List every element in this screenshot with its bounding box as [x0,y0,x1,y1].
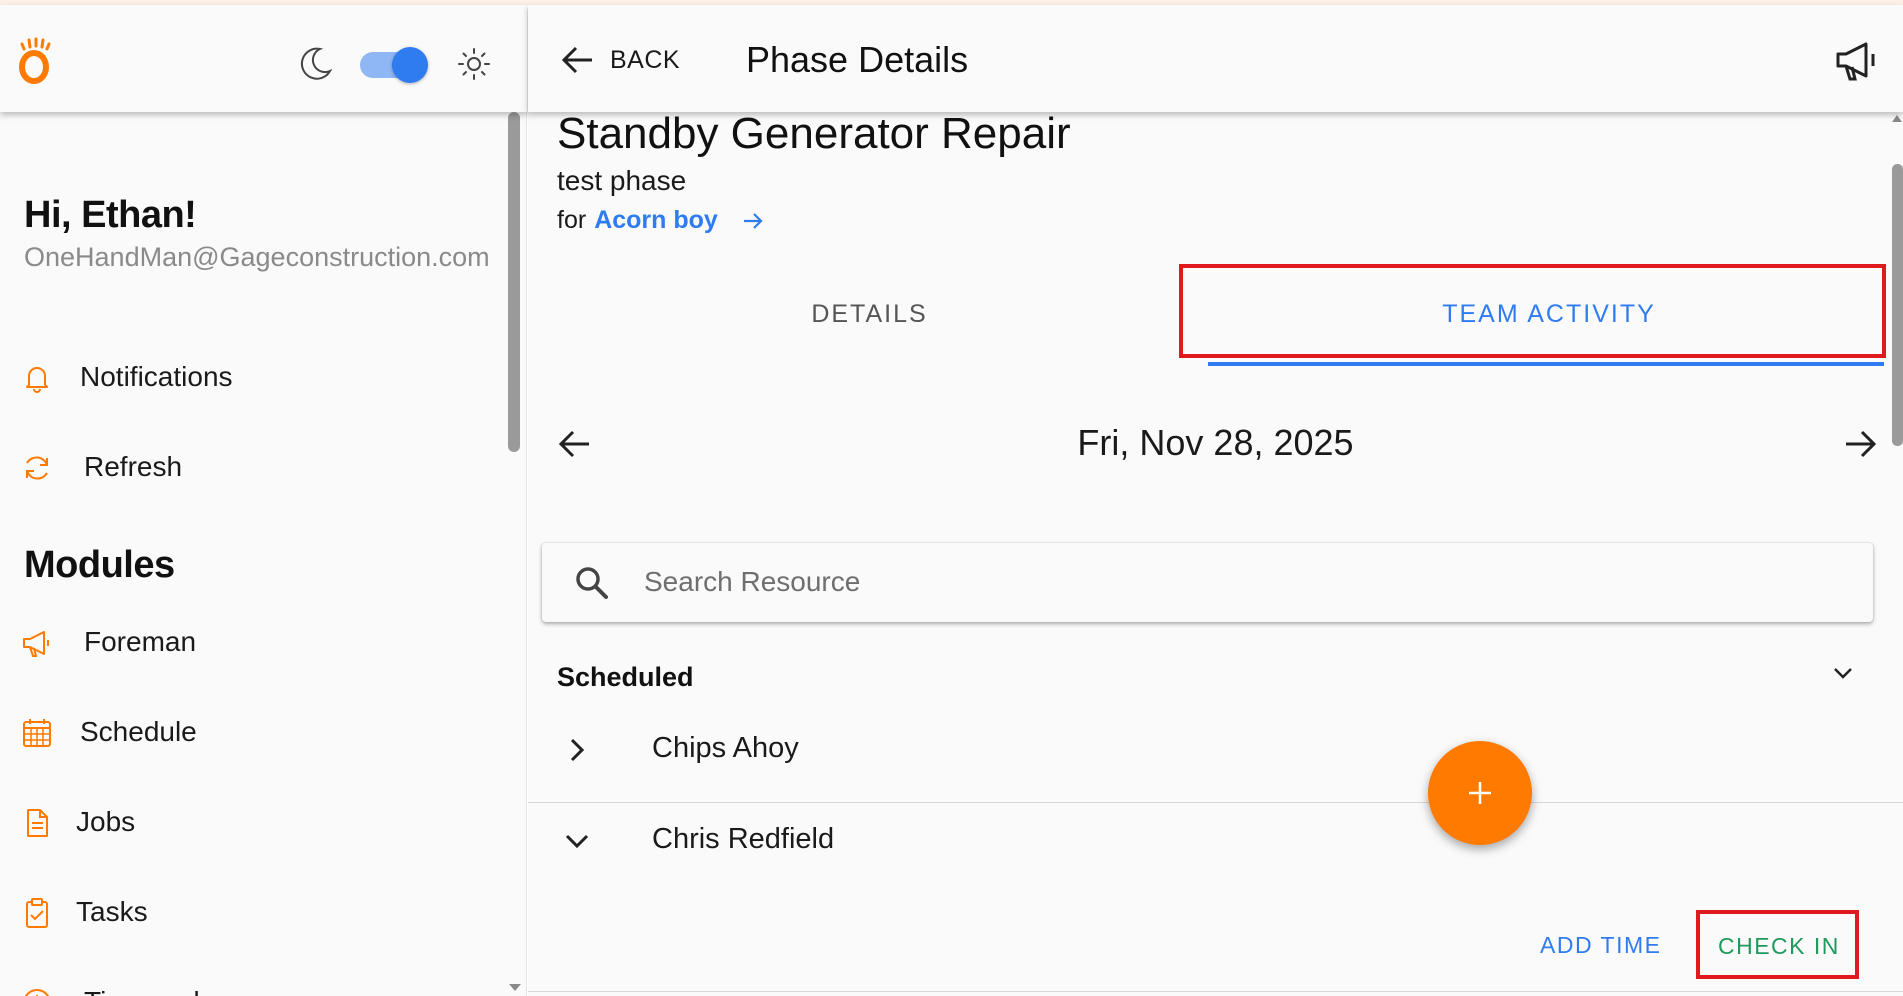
back-button[interactable]: BACK [558,37,680,83]
add-fab-button[interactable] [1428,741,1532,845]
scheduled-section-title: Scheduled [557,662,694,692]
page-header: BACK Phase Details [528,5,1903,112]
active-tab-indicator [1208,362,1884,366]
sidebar-item-label: Schedule [80,716,197,747]
tab-details[interactable]: DETAILS [528,267,1211,362]
refresh-icon [26,456,48,480]
modules-heading: Modules [24,544,175,586]
chevron-down-icon[interactable] [557,821,597,861]
for-prefix: for [557,206,587,234]
back-label: BACK [610,45,681,74]
sidebar-item-label: Jobs [76,806,136,837]
sidebar-content: Hi, Ethan! OneHandMan@Gageconstruction.c… [0,112,527,996]
sidebar: Hi, Ethan! OneHandMan@Gageconstruction.c… [0,5,527,996]
client-link[interactable]: Acorn boy [594,206,718,235]
add-time-button[interactable]: ADD TIME [1540,932,1661,959]
clipboard-check-icon [26,898,48,928]
client-line: for Acorn boy [557,206,766,235]
calendar-icon [23,719,51,747]
document-icon [27,809,48,837]
sidebar-item-label: Foreman [84,626,197,657]
chevron-right-icon[interactable] [557,730,597,770]
sidebar-item-timecard[interactable]: Timecard [0,972,500,996]
toggle-knob [392,47,428,83]
user-email: OneHandMan@Gageconstruction.com [24,242,490,272]
app-logo [19,37,51,84]
job-title: Standby Generator Repair [557,112,1071,158]
resource-name: Chips Ahoy [652,732,799,764]
sun-icon[interactable] [455,45,493,83]
sidebar-item-schedule[interactable]: Schedule [0,702,500,762]
resource-row[interactable]: Chips Ahoy [528,706,1903,796]
sidebar-item-label: Timecard [84,986,200,996]
sidebar-item-tasks[interactable]: Tasks [0,882,500,942]
sidebar-item-jobs[interactable]: Jobs [0,792,500,852]
main-panel: BACK Phase Details Standby Generator Rep… [528,5,1903,996]
user-greeting: Hi, Ethan! [24,194,197,236]
phase-name: test phase [557,165,687,196]
plus-icon [1469,782,1491,804]
sidebar-header [0,5,527,112]
clock-icon [24,989,50,996]
moon-icon[interactable] [296,43,336,83]
sidebar-item-notifications[interactable]: Notifications [0,347,500,407]
main-scrollbar[interactable] [1892,164,1903,446]
bell-icon [26,367,48,393]
arrow-right-icon[interactable] [740,208,766,234]
sidebar-item-label: Tasks [76,896,148,927]
megaphone-icon [23,631,49,657]
chevron-down-icon[interactable] [1826,656,1860,690]
megaphone-icon[interactable] [1832,35,1882,85]
resource-search-box[interactable] [542,543,1873,622]
sidebar-item-label: Refresh [84,451,183,482]
arrow-left-icon [561,46,592,74]
main-scroll-up-arrow[interactable] [1892,115,1902,122]
sidebar-scrollbar[interactable] [508,112,520,452]
row-divider [528,991,1903,992]
check-in-button[interactable]: CHECK IN [1718,933,1840,960]
resource-row[interactable]: Chris Redfield [528,797,1903,887]
sidebar-scroll-down-arrow[interactable] [509,984,521,991]
sidebar-item-label: Notifications [80,361,233,392]
page-title: Phase Details [746,39,969,80]
next-day-arrow-icon[interactable] [1838,422,1882,466]
phase-content: Standby Generator Repair test phase for … [528,112,1903,996]
tab-team-activity[interactable]: TEAM ACTIVITY [1211,267,1887,362]
sidebar-item-refresh[interactable]: Refresh [0,437,500,497]
resource-name: Chris Redfield [652,823,835,855]
search-icon [576,567,608,599]
sidebar-item-foreman[interactable]: Foreman [0,612,500,672]
search-input[interactable] [644,557,1844,607]
selected-date: Fri, Nov 28, 2025 [1077,422,1354,463]
theme-toggle[interactable] [360,47,428,83]
